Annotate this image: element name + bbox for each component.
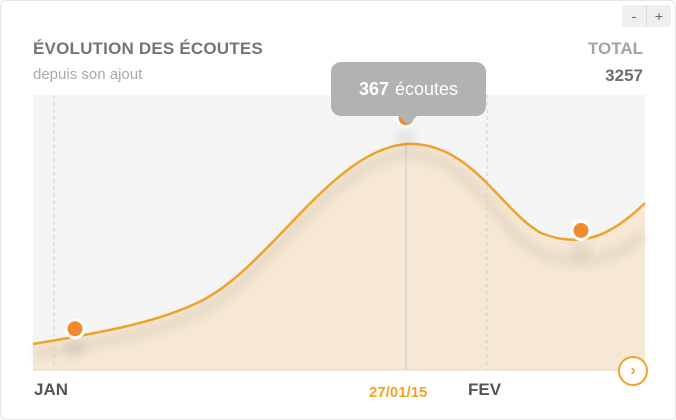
point-fev[interactable] (570, 219, 592, 241)
value-tooltip: 367 écoutes (331, 62, 486, 125)
x-label-jan: JAN (34, 380, 69, 399)
point-jan-shadow (65, 340, 85, 357)
tooltip-arrow (399, 116, 417, 125)
listening-stats-widget: - + ÉVOLUTION DES ÉCOUTES depuis son ajo… (0, 0, 676, 420)
point-selected-shadow (396, 129, 416, 146)
point-jan[interactable] (64, 318, 86, 340)
tooltip-value: 367 (358, 78, 389, 99)
point-fev-shadow (571, 242, 591, 259)
x-label-selected-date: 27/01/15 (369, 384, 428, 401)
next-period-button[interactable]: › (618, 356, 648, 386)
tooltip-unit: écoutes (395, 78, 459, 99)
x-label-fev: FEV (468, 380, 502, 399)
chevron-right-icon: › (630, 362, 636, 379)
